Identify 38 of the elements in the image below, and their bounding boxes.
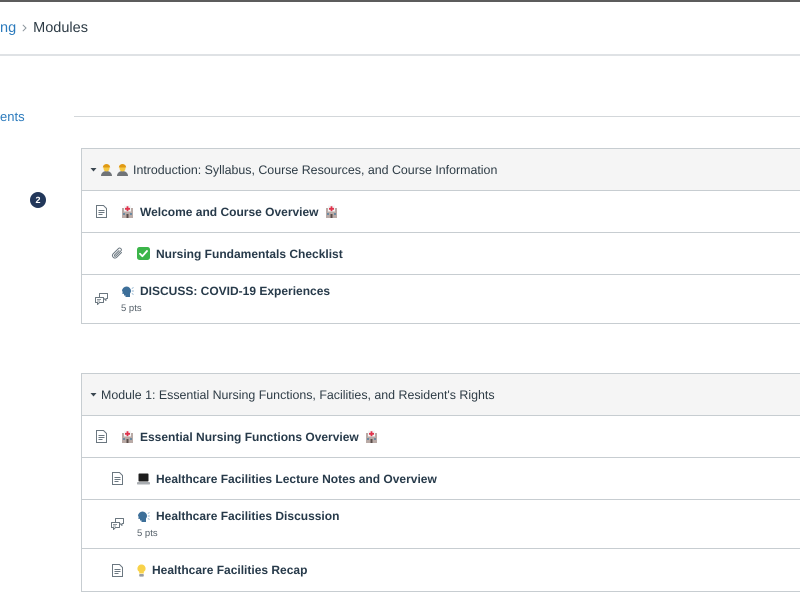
module-title: Introduction: Syllabus, Course Resources, and Course Information [133, 162, 498, 176]
speaking-head-icon [121, 284, 134, 298]
item-title-link[interactable]: Essential Nursing Functions Overview [140, 430, 359, 444]
hospital-icon [121, 205, 134, 218]
laptop-icon [137, 472, 150, 484]
item-title-link[interactable]: Healthcare Facilities Lecture Notes and Overview [156, 472, 437, 486]
check-mark-icon [137, 247, 150, 260]
document-icon [112, 472, 123, 485]
speaking-head-icon [137, 510, 150, 522]
points-label: 5 pts [137, 528, 158, 539]
paperclip-icon [111, 247, 124, 260]
notification-badge: 2 [30, 192, 46, 208]
breadcrumb-link[interactable]: ng [0, 20, 16, 36]
breadcrumb-current[interactable]: Modules [33, 20, 88, 36]
hospital-icon [324, 205, 338, 218]
points-label: 5 pts [121, 303, 142, 314]
item-title-link[interactable]: Healthcare Facilities Recap [152, 563, 308, 577]
module-header[interactable]: Introduction: Syllabus, Course Resources, and Course Information [82, 149, 800, 190]
document-icon [112, 564, 123, 576]
module-title: Module 1: Essential Nursing Functions, Facilities, and Resident's Rights [101, 388, 495, 402]
module-header[interactable]: Module 1: Essential Nursing Functions, Facilities, and Resident's Rights [82, 374, 800, 415]
item-title-link[interactable]: DISCUSS: COVID-19 Experiences [140, 284, 330, 298]
chat-bubbles-icon [95, 292, 108, 306]
document-icon [96, 430, 107, 443]
chat-bubbles-icon [111, 518, 124, 530]
item-title-link[interactable]: Healthcare Facilities Discussion [156, 509, 340, 523]
nav-link[interactable]: ents [0, 109, 25, 125]
chevron-right-icon [22, 24, 28, 32]
document-icon [96, 205, 107, 218]
item-title-link[interactable]: Nursing Fundamentals Checklist [156, 246, 343, 260]
caret-icon[interactable] [90, 166, 97, 173]
item-title-link[interactable]: Welcome and Course Overview [140, 204, 319, 218]
person-icon [100, 163, 113, 176]
light-bulb-icon [137, 564, 146, 576]
caret-icon[interactable] [90, 391, 97, 398]
hospital-icon [364, 430, 378, 443]
hospital-icon [121, 430, 134, 443]
person-icon [116, 163, 129, 176]
